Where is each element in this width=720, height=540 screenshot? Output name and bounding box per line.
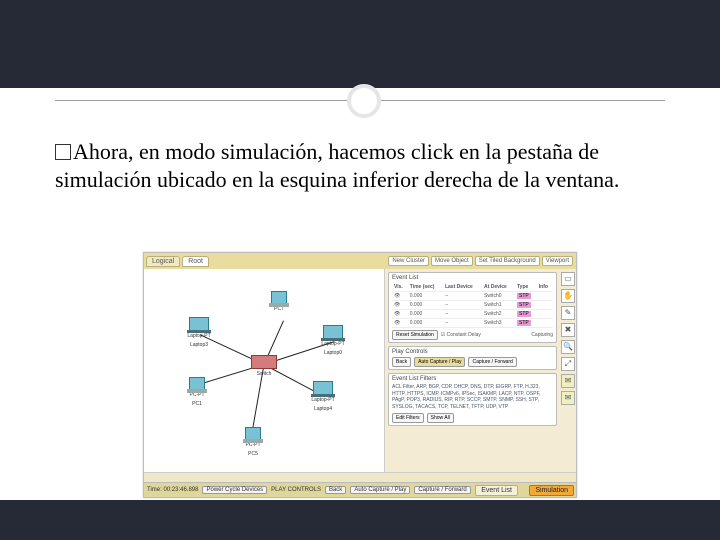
power-cycle-button[interactable]: Power Cycle Devices [202,486,267,494]
event-list-table: Vis. Time (sec) Last Device At Device Ty… [392,283,553,328]
topology-canvas[interactable]: PC7 Laptop-PT Laptop3 Laptop-PT Laptop0 … [144,269,385,474]
tool-pdu-icon[interactable]: ✉ [561,374,575,388]
col-info: Info [537,283,553,292]
pt-top-toolbar: Logical Root New Cluster Move Object Set… [144,253,576,270]
tool-delete-icon[interactable]: ✖ [561,323,575,337]
col-type: Type [515,283,537,292]
node-pc7[interactable]: PC7 [266,291,292,313]
node-label: PC1 [184,402,210,408]
tool-hand-icon[interactable]: ✋ [561,289,575,303]
node-pc1[interactable]: PC-PT PC1 [184,377,210,407]
node-label: Laptop3 [186,343,212,349]
status-time: Time: 00:23:46.898 [147,487,198,493]
node-pc5[interactable]: PC-PT PC5 [240,427,266,457]
tool-resize-icon[interactable]: ⤢ [561,357,575,371]
node-label: PC5 [240,452,266,458]
node-laptop0[interactable]: Laptop-PT Laptop0 [320,325,346,356]
status-bar: Time: 00:23:46.898 Power Cycle Devices P… [144,482,576,497]
laptop-icon [323,325,343,339]
bullet-icon [55,144,71,160]
node-label: Laptop-PT [186,334,212,340]
node-label: Laptop-PT [320,342,346,348]
event-list-tab[interactable]: Event List [475,485,518,496]
node-label: PC7 [266,307,292,313]
reset-simulation-button[interactable]: Reset Simulation [392,330,438,340]
col-vis: Vis. [392,283,408,292]
laptop-icon [313,381,333,395]
decorative-ring [347,84,381,118]
table-row[interactable]: 👁0.000--Switch2STP [392,310,553,319]
simulation-tab[interactable]: Simulation [529,485,574,496]
play-controls-title: Play Controls [392,349,553,355]
status-fwd-button[interactable]: Capture / Forward [414,486,470,494]
auto-capture-button[interactable]: Auto Capture / Play [414,357,465,367]
status-auto-button[interactable]: Auto Capture / Play [350,486,410,494]
switch-icon [251,355,277,369]
btn-tiled-bg[interactable]: Set Tiled Background [475,256,540,266]
slide-footer-band [0,500,720,540]
right-palette: ▭ ✋ ✎ ✖ 🔍 ⤢ ✉ ✉ [559,269,576,476]
body-text-content: Ahora, en modo simulación, hacemos click… [55,139,619,192]
tool-inspect-icon[interactable]: 🔍 [561,340,575,354]
event-list-title: Event List [392,275,553,281]
capture-forward-button[interactable]: Capture / Forward [468,357,516,367]
tab-root[interactable]: Root [182,256,209,267]
node-switch[interactable]: Switch [251,355,277,378]
btn-new-cluster[interactable]: New Cluster [388,256,429,266]
status-play-label: PLAY CONTROLS [271,487,321,493]
col-at: At Device [482,283,515,292]
slide-header-band [0,0,720,88]
node-label: PC-PT [184,393,210,399]
node-label: PC-PT [240,443,266,449]
laptop-icon [189,317,209,331]
filters-title: Event List Filters [392,376,553,382]
col-last: Last Device [443,283,482,292]
play-back-button[interactable]: Back [392,357,411,367]
node-laptop3[interactable]: Laptop-PT Laptop3 [186,317,212,348]
pc-icon [245,427,261,440]
tool-pdu2-icon[interactable]: ✉ [561,391,575,405]
tool-note-icon[interactable]: ✎ [561,306,575,320]
table-row[interactable]: 👁0.000--Switch0STP [392,292,553,301]
status-back-button[interactable]: Back [325,486,346,494]
node-label: Switch [251,372,277,378]
simulation-panel: Event List Vis. Time (sec) Last Device A… [384,269,560,473]
show-all-button[interactable]: Show All [427,413,454,423]
pc-icon [189,377,205,390]
play-controls-box: Play Controls Back Auto Capture / Play C… [388,346,557,370]
device-slot[interactable] [147,475,165,481]
filters-list: ACL Filter, ARP, BGP, CDP, DHCP, DNS, DT… [392,384,553,410]
constant-delay-label[interactable]: Constant Delay [447,332,481,338]
edit-filters-button[interactable]: Edit Filters [392,413,424,423]
node-label: Laptop0 [320,351,346,357]
tool-select-icon[interactable]: ▭ [561,272,575,286]
col-time: Time (sec) [408,283,443,292]
body-paragraph: Ahora, en modo simulación, hacemos click… [55,138,665,193]
pc-icon [271,291,287,304]
btn-move-object[interactable]: Move Object [431,256,473,266]
table-row[interactable]: 👁0.000--Switch3STP [392,319,553,328]
node-label: Laptop-PT [310,398,336,404]
tab-logical[interactable]: Logical [146,256,180,267]
node-laptop4[interactable]: Laptop-PT Laptop4 [310,381,336,412]
table-row[interactable]: 👁0.000--Switch1STP [392,301,553,310]
capturing-label: Capturing [531,332,553,338]
packet-tracer-screenshot: Logical Root New Cluster Move Object Set… [143,252,577,498]
event-filters-box: Event List Filters ACL Filter, ARP, BGP,… [388,373,557,426]
node-label: Laptop4 [310,407,336,413]
event-list-box: Event List Vis. Time (sec) Last Device A… [388,272,557,343]
btn-viewport[interactable]: Viewport [542,256,573,266]
